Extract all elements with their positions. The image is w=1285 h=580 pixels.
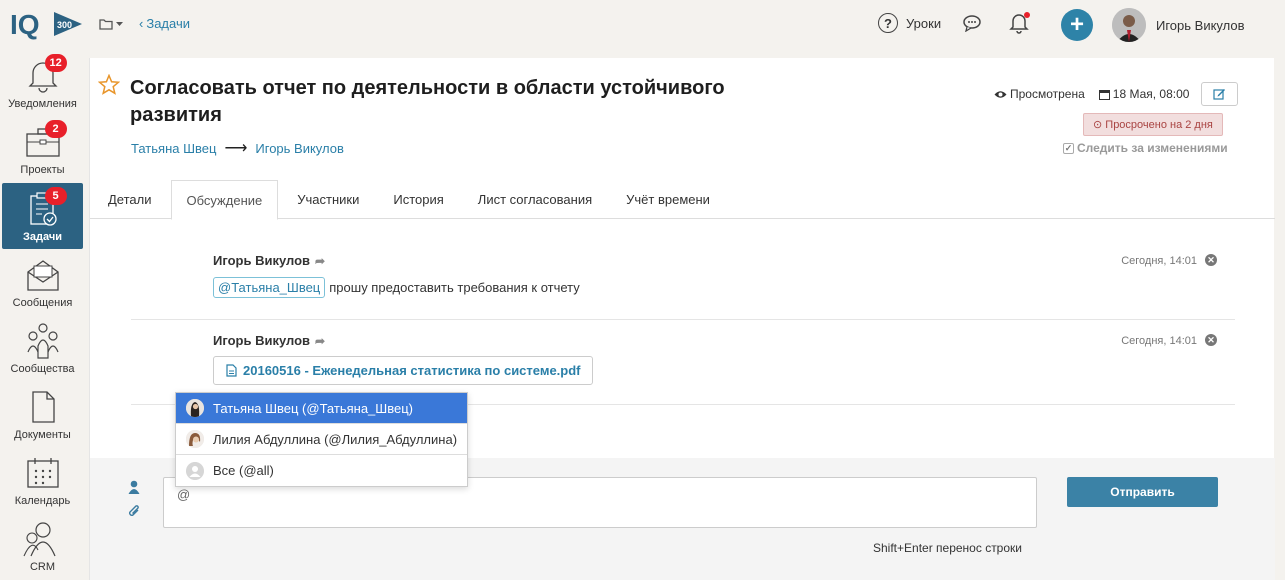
mention-option[interactable]: Все (@all) — [176, 455, 467, 486]
clock-icon: ⊙ — [1093, 119, 1103, 131]
envelope-icon — [23, 257, 63, 293]
folder-menu-button[interactable] — [99, 15, 124, 33]
mention-tag[interactable]: @Татьяна_Швец — [213, 277, 326, 298]
calendar-small-icon — [1098, 89, 1110, 100]
tab-time-tracking[interactable]: Учёт времени — [611, 180, 725, 219]
community-icon — [23, 323, 63, 359]
clipboard-icon: 5 — [23, 187, 67, 227]
comment-time: Сегодня, 14:01 — [1121, 255, 1197, 267]
briefcase-icon: 2 — [23, 120, 67, 160]
file-icon — [226, 364, 237, 377]
reply-icon[interactable]: ➦ — [315, 254, 325, 268]
attachment-link[interactable]: 20160516 - Еженедельная статистика по си… — [213, 356, 593, 385]
task-panel: Согласовать отчет по деятельности в обла… — [89, 58, 1275, 580]
edit-icon — [1213, 89, 1226, 100]
comment-text: @Татьяна_Швец прошу предоставить требова… — [213, 277, 1235, 298]
sidebar-item-tasks[interactable]: 5 Задачи — [2, 183, 83, 249]
notifications-badge: 12 — [44, 54, 67, 72]
tab-details[interactable]: Детали — [93, 180, 167, 219]
question-icon: ? — [878, 13, 898, 33]
task-meta: Просмотрена 18 Мая, 08:00 — [994, 82, 1239, 106]
follow-changes-toggle[interactable]: ✓ Следить за изменениями — [1063, 141, 1228, 155]
divider — [131, 319, 1235, 320]
sidebar-item-notifications[interactable]: 12 Уведомления — [2, 50, 83, 116]
folder-icon — [99, 19, 113, 30]
eye-icon — [994, 90, 1007, 98]
caret-down-icon — [116, 22, 123, 26]
group-avatar-icon — [186, 461, 204, 480]
svg-text:300: 300 — [57, 20, 72, 30]
create-button[interactable]: + — [1061, 9, 1093, 41]
sidebar: 12 Уведомления 2 Проекты 5 Задачи Сообще… — [0, 48, 88, 580]
newline-hint: Shift+Enter перенос строки — [873, 541, 1022, 555]
task-assignee-link[interactable]: Игорь Викулов — [255, 141, 344, 156]
document-icon — [23, 389, 63, 425]
delete-comment-icon[interactable]: ✕ — [1205, 334, 1217, 346]
app-logo[interactable]: IQ 300 — [10, 8, 82, 40]
task-author-link[interactable]: Татьяна Швец — [131, 141, 216, 156]
notification-dot — [1024, 12, 1030, 18]
back-to-tasks-link[interactable]: ‹ Задачи — [139, 16, 190, 31]
tasks-badge: 5 — [44, 187, 67, 205]
comment-author: Игорь Викулов ➦ — [213, 253, 326, 268]
mention-option[interactable]: Лилия Абдуллина (@Лилия_Абдуллина) — [176, 424, 467, 455]
crm-icon — [22, 521, 63, 557]
task-assignment: Татьяна Швец ⟶ Игорь Викулов — [131, 138, 344, 158]
paperclip-icon[interactable] — [128, 504, 141, 524]
mention-option[interactable]: Татьяна Швец (@Татьяна_Швец) — [176, 393, 467, 424]
chevron-left-icon: ‹ — [139, 16, 144, 31]
arrow-right-icon: ⟶ — [224, 140, 248, 157]
lessons-link[interactable]: ? Уроки — [878, 13, 941, 33]
reply-icon[interactable]: ➦ — [315, 334, 325, 348]
tab-history[interactable]: История — [378, 180, 458, 219]
tab-discussion[interactable]: Обсуждение — [170, 180, 279, 220]
sidebar-item-projects[interactable]: 2 Проекты — [2, 116, 83, 182]
tab-approval-sheet[interactable]: Лист согласования — [463, 180, 607, 219]
notifications-bell-icon[interactable] — [1009, 12, 1030, 39]
sidebar-item-documents[interactable]: Документы — [2, 381, 83, 447]
comment-author: Игорь Викулов ➦ — [213, 333, 326, 348]
tab-participants[interactable]: Участники — [282, 180, 374, 219]
comment-time: Сегодня, 14:01 — [1121, 335, 1197, 347]
delete-comment-icon[interactable]: ✕ — [1205, 254, 1217, 266]
user-menu[interactable]: Игорь Викулов — [1112, 8, 1245, 42]
sidebar-item-messages[interactable]: Сообщения — [2, 249, 83, 315]
comment: Игорь Викулов ➦ Сегодня, 14:01 ✕ 2016051… — [213, 333, 1235, 385]
comment: Игорь Викулов ➦ Сегодня, 14:01 ✕ @Татьян… — [213, 253, 1235, 298]
calendar-icon — [23, 455, 63, 491]
user-icon[interactable] — [128, 480, 140, 499]
sidebar-item-communities[interactable]: Сообщества — [2, 315, 83, 381]
user-avatar — [1112, 8, 1146, 42]
task-date: 18 Мая, 08:00 — [1098, 87, 1189, 101]
projects-badge: 2 — [44, 120, 67, 138]
top-bar: IQ 300 ‹ Задачи ? Уроки + Игорь Викулов — [0, 0, 1285, 48]
favorite-star-icon[interactable] — [97, 73, 121, 100]
avatar — [186, 399, 204, 417]
overdue-badge: ⊙ Просрочено на 2 дня — [1083, 113, 1223, 136]
chat-icon[interactable] — [962, 14, 982, 37]
sidebar-item-calendar[interactable]: Календарь — [2, 447, 83, 513]
task-tabs: Детали Обсуждение Участники История Лист… — [90, 180, 1275, 220]
send-button[interactable]: Отправить — [1067, 477, 1218, 507]
task-title: Согласовать отчет по деятельности в обла… — [130, 77, 725, 126]
bell-icon: 12 — [23, 54, 67, 94]
edit-date-button[interactable] — [1201, 82, 1239, 106]
mention-dropdown: Татьяна Швец (@Татьяна_Швец) Лилия Абдул… — [175, 392, 468, 487]
avatar — [186, 430, 204, 448]
sidebar-item-crm[interactable]: CRM — [2, 513, 83, 579]
follow-checkbox[interactable]: ✓ — [1063, 142, 1074, 154]
task-status: Просмотрена — [994, 87, 1085, 101]
svg-text:IQ: IQ — [10, 9, 40, 40]
